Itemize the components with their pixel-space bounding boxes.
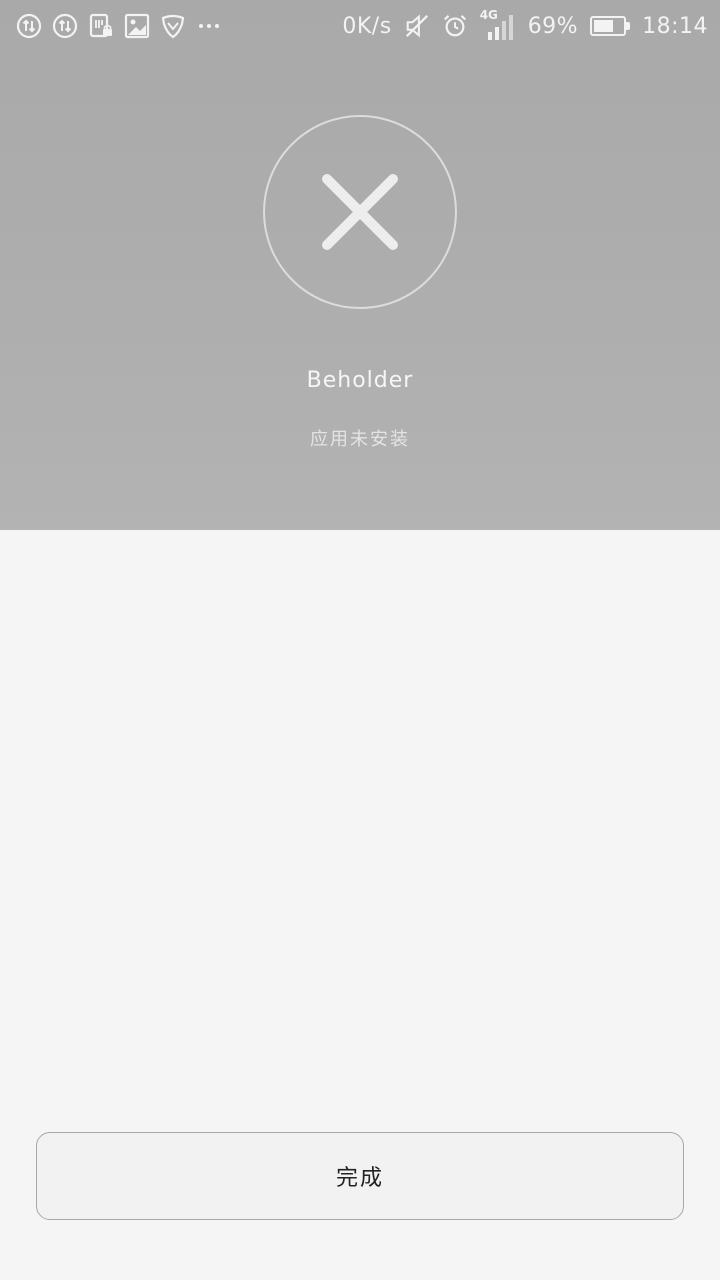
result-header: 0K/s 4G 69% 18:14 Beholder 应用未安装: [0, 0, 720, 530]
done-button[interactable]: 完成: [36, 1132, 684, 1220]
network-type-label: 4G: [479, 8, 498, 22]
close-icon: [322, 174, 398, 250]
battery-icon: [590, 16, 631, 36]
notification-icons: [16, 10, 222, 42]
system-indicators: 0K/s 4G 69% 18:14: [342, 8, 708, 44]
more-icon: [196, 13, 222, 39]
image-icon: [124, 13, 150, 39]
data-sync-icon: [52, 13, 78, 39]
sim-lock-icon: [88, 13, 114, 39]
install-failed-indicator: [263, 115, 457, 309]
shield-icon: [160, 13, 186, 39]
mute-icon: [404, 13, 430, 39]
app-name: Beholder: [306, 368, 414, 393]
data-sync-icon: [16, 13, 42, 39]
status-bar: 0K/s 4G 69% 18:14: [0, 0, 720, 52]
signal-icon: 4G: [479, 8, 516, 42]
battery-percent: 69%: [527, 13, 579, 39]
install-status-text: 应用未安装: [310, 429, 410, 450]
alarm-icon: [442, 13, 468, 39]
clock: 18:14: [642, 13, 708, 39]
network-speed: 0K/s: [342, 13, 392, 39]
